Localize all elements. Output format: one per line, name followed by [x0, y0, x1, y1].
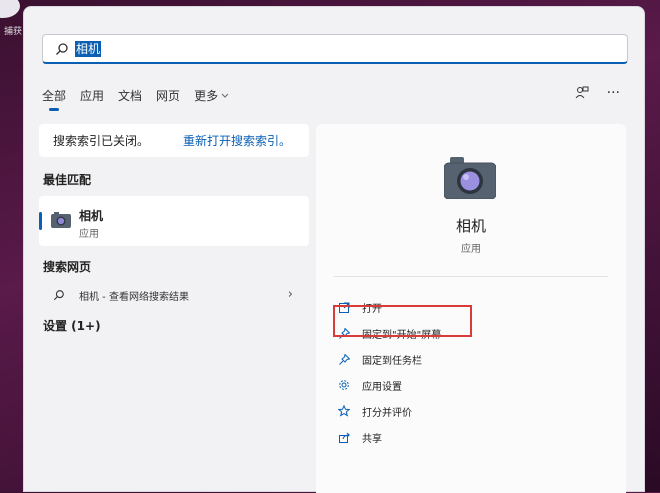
settings-heading[interactable]: 设置 (1+) [43, 317, 309, 334]
star-icon [338, 405, 350, 417]
search-icon [53, 290, 64, 301]
app-name: 相机 [455, 217, 486, 235]
web-search-text: 相机 - 查看网络搜索结果 [79, 291, 189, 303]
action-share[interactable]: 共享 [338, 424, 441, 450]
chevron-right-icon: › [287, 287, 293, 302]
share-icon [338, 431, 350, 443]
selection-indicator [39, 212, 42, 230]
best-match-name: 相机 [79, 209, 104, 223]
results-list: 搜索索引已关闭。 重新打开搜索索引。 最佳匹配 相机 应用 搜索网页 相机 - … [39, 124, 309, 334]
desktop-shortcut-label: 捕获 [4, 27, 23, 37]
best-match-type: 应用 [79, 229, 99, 240]
camera-app-icon [444, 157, 496, 199]
tab-documents[interactable]: 文档 [118, 87, 142, 104]
tab-web[interactable]: 网页 [156, 87, 180, 104]
action-app-settings-label: 应用设置 [362, 381, 402, 393]
app-type: 应用 [461, 244, 481, 255]
filter-tabs: 全部 应用 文档 网页 更多 [42, 87, 229, 111]
notice-text: 搜索索引已关闭。 [53, 134, 150, 148]
action-pin-taskbar-label: 固定到任务栏 [362, 355, 422, 367]
search-input[interactable]: 相机 [75, 40, 102, 57]
desktop-shortcut-icon [0, 0, 20, 18]
web-search-result[interactable]: 相机 - 查看网络搜索结果 › [39, 281, 309, 309]
action-pin-taskbar[interactable]: 固定到任务栏 [338, 346, 441, 372]
tab-more-label: 更多 [194, 89, 219, 103]
action-share-label: 共享 [362, 433, 382, 445]
account-switch-icon[interactable] [575, 86, 589, 100]
tab-all[interactable]: 全部 [42, 87, 66, 111]
search-index-notice: 搜索索引已关闭。 重新打开搜索索引。 [39, 124, 309, 157]
camera-icon [51, 212, 71, 228]
action-rate-review[interactable]: 打分并评价 [338, 398, 441, 424]
pin-icon [338, 353, 350, 365]
web-search-heading: 搜索网页 [43, 260, 92, 274]
tab-more[interactable]: 更多 [194, 87, 229, 104]
action-rate-review-label: 打分并评价 [362, 407, 412, 419]
toolbar: ··· [575, 85, 620, 101]
best-match-result[interactable]: 相机 应用 [39, 196, 309, 246]
chevron-down-icon [221, 93, 229, 98]
reopen-index-link[interactable]: 重新打开搜索索引。 [183, 132, 291, 149]
tab-apps[interactable]: 应用 [80, 87, 104, 104]
gear-icon [338, 379, 350, 391]
search-box[interactable]: 相机 [42, 34, 628, 64]
search-icon [56, 42, 68, 55]
search-panel: 相机 全部 应用 文档 网页 更多 ··· 搜索索引已关闭。 重新打开搜索索引。… [23, 6, 645, 493]
action-app-settings[interactable]: 应用设置 [338, 372, 441, 398]
best-match-heading: 最佳匹配 [43, 173, 92, 187]
divider [334, 276, 608, 277]
more-options-button[interactable]: ··· [607, 85, 620, 101]
highlight-box [333, 305, 472, 337]
